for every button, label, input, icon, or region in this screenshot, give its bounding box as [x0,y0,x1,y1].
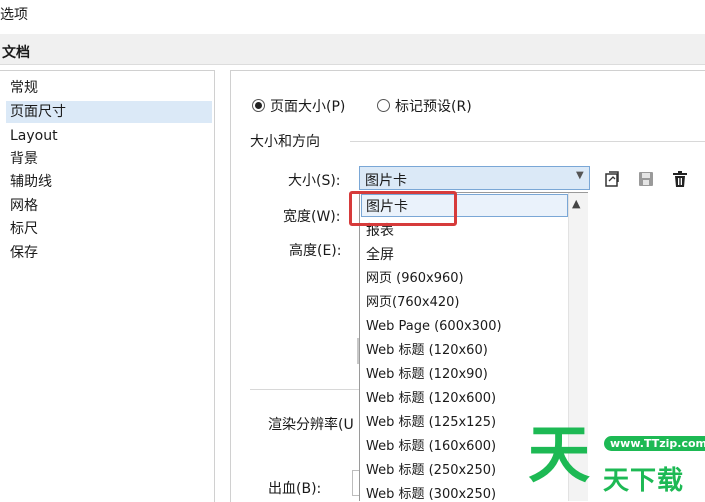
page-size-radio[interactable] [252,99,265,112]
bleed-label: 出血(B): [268,481,322,497]
dropdown-item[interactable]: Web 标题 (120x60) [366,339,488,363]
dropdown-item[interactable]: Web 标题 (160x600) [366,435,496,459]
size-combobox-value: 图片卡 [365,173,407,189]
sidebar-item-grid[interactable]: 网格 [10,195,208,217]
sidebar-item-general[interactable]: 常规 [10,77,208,99]
group-divider [350,141,705,142]
disk-icon[interactable] [637,170,655,188]
sidebar-item-page-size[interactable]: 页面尺寸 [6,101,212,123]
sidebar-item-background[interactable]: 背景 [10,148,208,170]
dropdown-item[interactable]: Web Page (600x300) [366,315,502,339]
section-title: 文档 [2,45,30,61]
chevron-down-icon[interactable]: ▼ [576,170,584,181]
sidebar: 常规 页面尺寸 Layout 背景 辅助线 网格 标尺 保存 [0,70,215,502]
size-label: 大小(S): [288,173,341,189]
dropdown-item[interactable]: Web 标题 (120x600) [366,387,496,411]
watermark-text: 天下载 [603,466,685,496]
size-orientation-group-label: 大小和方向 [250,134,320,150]
sidebar-item-layout[interactable]: Layout [10,125,208,147]
section-header [0,34,705,65]
watermark-logo: 天 [528,418,591,491]
window-title: 选项 [0,7,28,23]
dropdown-item[interactable]: 全屏 [366,243,394,267]
dropdown-item[interactable]: Web 标题 (125x125) [366,411,496,435]
highlight-annotation [349,191,457,226]
height-label: 高度(E): [289,243,342,259]
save-preset-icon[interactable] [603,170,621,188]
label-preset-radio[interactable] [377,99,390,112]
render-resolution-label: 渲染分辨率(U [268,417,354,433]
page-size-radio-label[interactable]: 页面大小(P) [270,96,345,116]
sidebar-item-guidelines[interactable]: 辅助线 [10,171,208,193]
dropdown-item[interactable]: 网页 (960x960) [366,267,464,291]
trash-icon[interactable] [671,170,689,188]
dropdown-item[interactable]: Web 标题 (250x250) [366,459,496,483]
dropdown-item[interactable]: 网页(760x420) [366,291,459,315]
watermark-url: www.TTzip.com [604,436,705,451]
sidebar-item-rulers[interactable]: 标尺 [10,218,208,240]
width-label: 宽度(W): [283,209,341,225]
section-divider [250,389,360,390]
chevron-up-icon[interactable]: ▲ [572,197,580,210]
dropdown-item[interactable]: Web 标题 (120x90) [366,363,488,387]
label-preset-radio-label[interactable]: 标记预设(R) [395,96,472,116]
sidebar-item-save[interactable]: 保存 [10,242,208,264]
dropdown-item[interactable]: Web 标题 (300x250) [366,483,496,501]
